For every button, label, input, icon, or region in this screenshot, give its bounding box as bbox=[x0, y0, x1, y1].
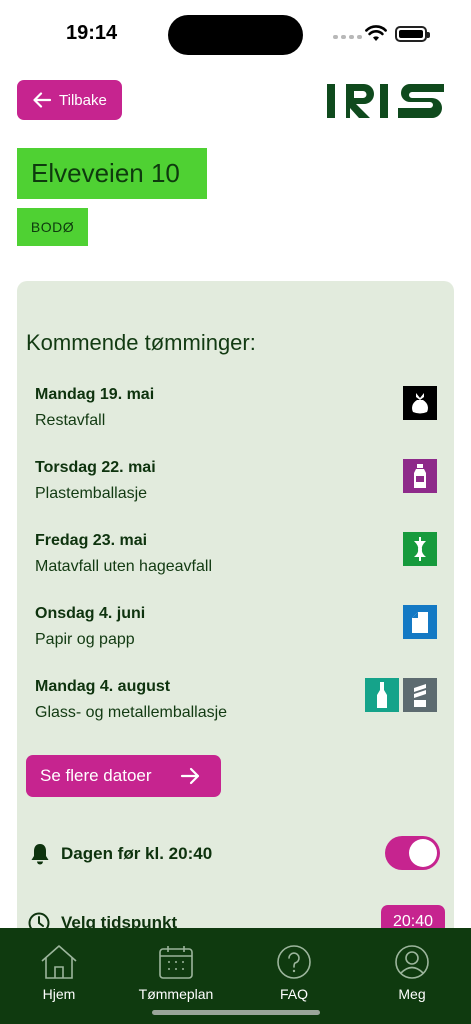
status-bar: 19:14 bbox=[0, 0, 471, 70]
city-badge: BODØ bbox=[17, 208, 88, 246]
question-icon bbox=[277, 945, 311, 979]
pickup-item: Onsdag 4. juni Papir og papp bbox=[26, 605, 446, 660]
bell-icon bbox=[31, 844, 49, 865]
battery-icon bbox=[395, 26, 430, 42]
address-title: Elveveien 10 bbox=[17, 148, 207, 199]
notification-label: Dagen før kl. 20:40 bbox=[61, 844, 213, 863]
pickup-type: Papir og papp bbox=[35, 631, 135, 648]
pickup-type: Matavfall uten hageavfall bbox=[35, 558, 212, 575]
notification-row: Dagen før kl. 20:40 bbox=[26, 836, 446, 872]
cellular-signal-icon bbox=[333, 35, 362, 39]
pickup-item: Fredag 23. mai Matavfall uten hageavfall bbox=[26, 532, 446, 587]
tab-faq-label: FAQ bbox=[279, 986, 308, 1002]
tab-profile[interactable]: Meg bbox=[367, 944, 457, 1002]
tab-home[interactable]: Hjem bbox=[14, 944, 104, 1002]
pickup-date: Onsdag 4. juni bbox=[35, 605, 146, 622]
glass-bottle-icon bbox=[365, 678, 399, 712]
pickup-date: Torsdag 22. mai bbox=[35, 459, 156, 476]
arrow-right-icon bbox=[180, 767, 199, 785]
user-icon bbox=[395, 945, 429, 979]
iris-logo bbox=[327, 84, 444, 118]
notification-toggle[interactable] bbox=[385, 836, 440, 870]
home-icon bbox=[41, 945, 77, 979]
pickup-item: Torsdag 22. mai Plastemballasje bbox=[26, 459, 446, 514]
pickup-item: Mandag 4. august Glass- og metallemballa… bbox=[26, 678, 446, 733]
metal-can-icon bbox=[403, 678, 437, 712]
apple-core-icon bbox=[403, 532, 437, 566]
calendar-icon bbox=[159, 946, 193, 979]
pickup-item: Mandag 19. mai Restavfall bbox=[26, 386, 446, 441]
pickup-type: Restavfall bbox=[35, 412, 106, 429]
pickup-type: Plastemballasje bbox=[35, 485, 148, 502]
pickup-date: Mandag 19. mai bbox=[35, 386, 155, 403]
dynamic-island bbox=[168, 15, 303, 55]
wifi-icon bbox=[365, 25, 387, 41]
plastic-bottle-icon bbox=[403, 459, 437, 493]
see-more-dates-label: Se flere datoer bbox=[40, 766, 152, 785]
status-time: 19:14 bbox=[66, 22, 118, 44]
schedule-title: Kommende tømminger: bbox=[26, 330, 256, 355]
arrow-left-icon bbox=[33, 92, 51, 108]
tab-schedule-label: Tømmeplan bbox=[138, 986, 214, 1002]
pickup-date: Mandag 4. august bbox=[35, 678, 171, 695]
home-indicator bbox=[152, 1010, 320, 1015]
pickup-date: Fredag 23. mai bbox=[35, 532, 148, 549]
tab-profile-label: Meg bbox=[398, 986, 426, 1002]
residual-waste-icon bbox=[403, 386, 437, 420]
back-button-label: Tilbake bbox=[59, 91, 107, 109]
toggle-knob bbox=[409, 839, 437, 867]
pickup-type: Glass- og metallemballasje bbox=[35, 704, 228, 721]
tab-faq[interactable]: FAQ bbox=[249, 944, 339, 1002]
tab-schedule[interactable]: Tømmeplan bbox=[131, 944, 221, 1002]
paper-icon bbox=[403, 605, 437, 639]
see-more-dates-button[interactable]: Se flere datoer bbox=[26, 755, 221, 797]
back-button[interactable]: Tilbake bbox=[17, 80, 122, 120]
tab-home-label: Hjem bbox=[42, 986, 76, 1002]
